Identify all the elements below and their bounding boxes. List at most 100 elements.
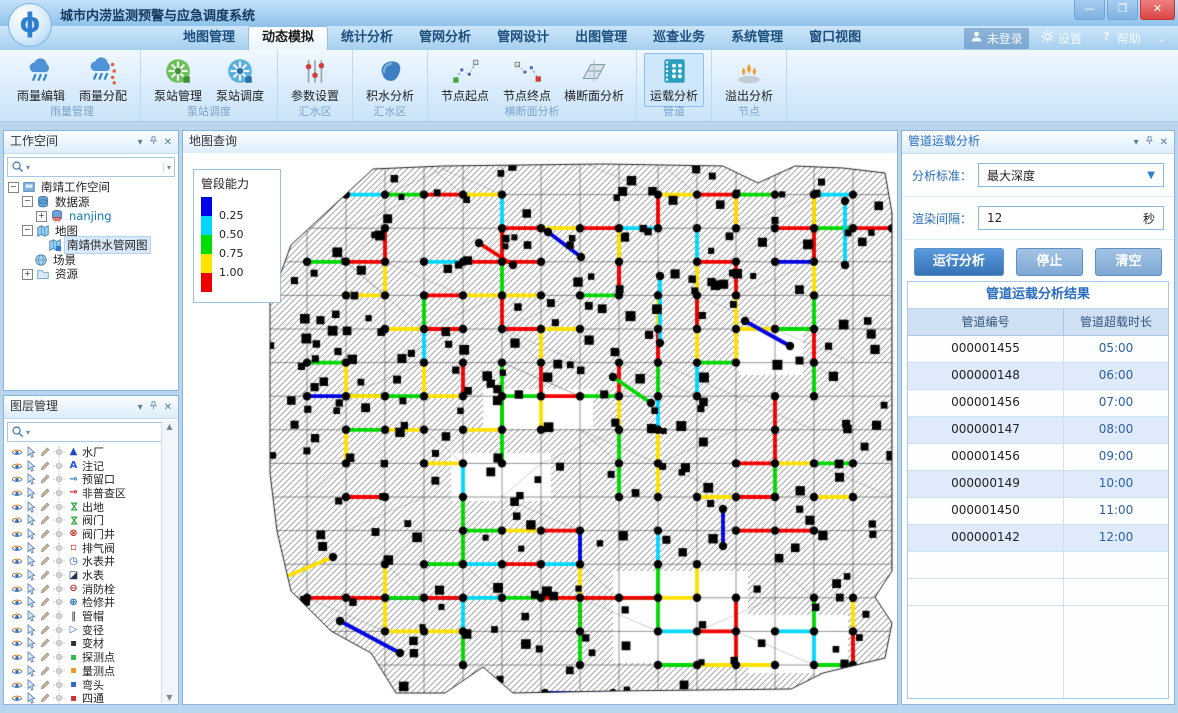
- layer-edit-icon[interactable]: [39, 596, 51, 608]
- overflow-button[interactable]: 溢出分析: [719, 53, 779, 107]
- layer-snap-icon[interactable]: [53, 473, 65, 485]
- menu-tab[interactable]: 系统管理: [718, 26, 796, 50]
- tree-expander-icon[interactable]: −: [22, 225, 33, 236]
- cross-section-button[interactable]: 横断面分析: [559, 53, 629, 107]
- layer-snap-icon[interactable]: [53, 446, 65, 458]
- panel-close-icon[interactable]: ✕: [1160, 132, 1168, 153]
- rain-edit-button[interactable]: 雨量编辑: [11, 53, 71, 107]
- search-options-icon[interactable]: ▾: [163, 163, 171, 172]
- map-viewport[interactable]: [183, 153, 897, 704]
- menu-tab[interactable]: 出图管理: [562, 26, 640, 50]
- panel-pin-icon[interactable]: [149, 132, 158, 153]
- layer-edit-icon[interactable]: [39, 446, 51, 458]
- panel-pin-icon[interactable]: [149, 397, 158, 418]
- result-table-row[interactable]: 00000145505:00: [908, 336, 1168, 363]
- pump-blue-button[interactable]: 泵站调度: [210, 53, 270, 107]
- layer-edit-icon[interactable]: [39, 651, 51, 663]
- layer-edit-icon[interactable]: [39, 665, 51, 677]
- load-analysis-button[interactable]: 运载分析: [644, 53, 704, 107]
- tree-item-folder[interactable]: +资源: [4, 267, 178, 282]
- menu-tab[interactable]: 管网分析: [406, 26, 484, 50]
- layer-snap-icon[interactable]: [53, 583, 65, 595]
- pump-green-button[interactable]: 泵站管理: [148, 53, 208, 107]
- maximize-button[interactable]: ❐: [1107, 0, 1138, 20]
- layer-visibility-icon[interactable]: [11, 665, 23, 677]
- tree-item-scene[interactable]: 场景: [4, 253, 178, 268]
- layer-snap-icon[interactable]: [53, 555, 65, 567]
- tree-item-datasource[interactable]: −数据源: [4, 195, 178, 210]
- analysis-standard-select[interactable]: 最大深度 ▼: [978, 163, 1164, 187]
- result-table-row[interactable]: 00000014708:00: [908, 417, 1168, 444]
- node-end-button[interactable]: 节点终点: [497, 53, 557, 107]
- layer-snap-icon[interactable]: [53, 679, 65, 691]
- tree-expander-icon[interactable]: +: [22, 269, 33, 280]
- layer-snap-icon[interactable]: [53, 460, 65, 472]
- layer-visibility-icon[interactable]: [11, 569, 23, 581]
- column-header-pipe-id[interactable]: 管道编号: [908, 309, 1064, 335]
- layer-visibility-icon[interactable]: [11, 555, 23, 567]
- tree-expander-icon[interactable]: −: [8, 182, 19, 193]
- layer-select-icon[interactable]: [25, 665, 37, 677]
- layer-visibility-icon[interactable]: [11, 501, 23, 513]
- layer-select-icon[interactable]: [25, 583, 37, 595]
- gear-menu-item[interactable]: 设置: [1035, 28, 1088, 49]
- layer-visibility-icon[interactable]: [11, 514, 23, 526]
- layer-edit-icon[interactable]: [39, 610, 51, 622]
- water-blob-button[interactable]: 积水分析: [360, 53, 420, 107]
- node-start-button[interactable]: 节点起点: [435, 53, 495, 107]
- result-table-row[interactable]: 00000014910:00: [908, 471, 1168, 498]
- layer-select-icon[interactable]: [25, 637, 37, 649]
- clear-button[interactable]: 清空: [1095, 248, 1162, 276]
- layer-select-icon[interactable]: [25, 610, 37, 622]
- layer-snap-icon[interactable]: [53, 596, 65, 608]
- layer-select-icon[interactable]: [25, 446, 37, 458]
- layer-select-icon[interactable]: [25, 596, 37, 608]
- layer-row[interactable]: ▪四通: [4, 691, 178, 705]
- layer-select-icon[interactable]: [25, 501, 37, 513]
- layer-snap-icon[interactable]: [53, 665, 65, 677]
- layer-visibility-icon[interactable]: [11, 679, 23, 691]
- render-interval-input[interactable]: 12 秒: [978, 206, 1164, 230]
- layer-visibility-icon[interactable]: [11, 487, 23, 499]
- layer-edit-icon[interactable]: [39, 528, 51, 540]
- layer-edit-icon[interactable]: [39, 569, 51, 581]
- result-table-row[interactable]: 00000014212:00: [908, 525, 1168, 552]
- panel-pin-icon[interactable]: [1145, 132, 1154, 153]
- tree-item-map[interactable]: 南靖供水管网图: [4, 238, 178, 253]
- sliders-button[interactable]: 参数设置: [285, 53, 345, 107]
- layer-snap-icon[interactable]: [53, 487, 65, 499]
- layer-snap-icon[interactable]: [53, 542, 65, 554]
- result-table-row[interactable]: 00000145607:00: [908, 390, 1168, 417]
- layer-select-icon[interactable]: [25, 692, 37, 704]
- layer-edit-icon[interactable]: [39, 501, 51, 513]
- layer-visibility-icon[interactable]: [11, 528, 23, 540]
- layer-visibility-icon[interactable]: [11, 692, 23, 704]
- layer-select-icon[interactable]: [25, 679, 37, 691]
- layer-visibility-icon[interactable]: [11, 460, 23, 472]
- run-analysis-button[interactable]: 运行分析: [914, 248, 1004, 276]
- search-dropdown-icon[interactable]: ▾: [26, 163, 30, 172]
- menu-tab[interactable]: 统计分析: [328, 26, 406, 50]
- layer-select-icon[interactable]: [25, 555, 37, 567]
- layer-visibility-icon[interactable]: [11, 651, 23, 663]
- layer-snap-icon[interactable]: [53, 651, 65, 663]
- layer-snap-icon[interactable]: [53, 624, 65, 636]
- layer-edit-icon[interactable]: [39, 542, 51, 554]
- panel-close-icon[interactable]: ✕: [164, 132, 172, 153]
- layer-select-icon[interactable]: [25, 528, 37, 540]
- menu-chevron-icon[interactable]: ⌄: [1153, 32, 1170, 45]
- layer-visibility-icon[interactable]: [11, 610, 23, 622]
- layer-visibility-icon[interactable]: [11, 583, 23, 595]
- menu-tab[interactable]: 巡查业务: [640, 26, 718, 50]
- user-menu-item[interactable]: 未登录: [964, 28, 1029, 49]
- result-table-row[interactable]: 00000014806:00: [908, 363, 1168, 390]
- scroll-up-icon[interactable]: ▲: [162, 422, 177, 431]
- menu-tab[interactable]: 管网设计: [484, 26, 562, 50]
- layer-scrollbar[interactable]: ▲ ▼: [161, 421, 177, 703]
- column-header-overload-duration[interactable]: 管道超载时长: [1064, 309, 1168, 335]
- layer-snap-icon[interactable]: [53, 514, 65, 526]
- layer-edit-icon[interactable]: [39, 514, 51, 526]
- panel-collapse-icon[interactable]: ▾: [138, 397, 143, 418]
- layer-edit-icon[interactable]: [39, 692, 51, 704]
- layer-snap-icon[interactable]: [53, 637, 65, 649]
